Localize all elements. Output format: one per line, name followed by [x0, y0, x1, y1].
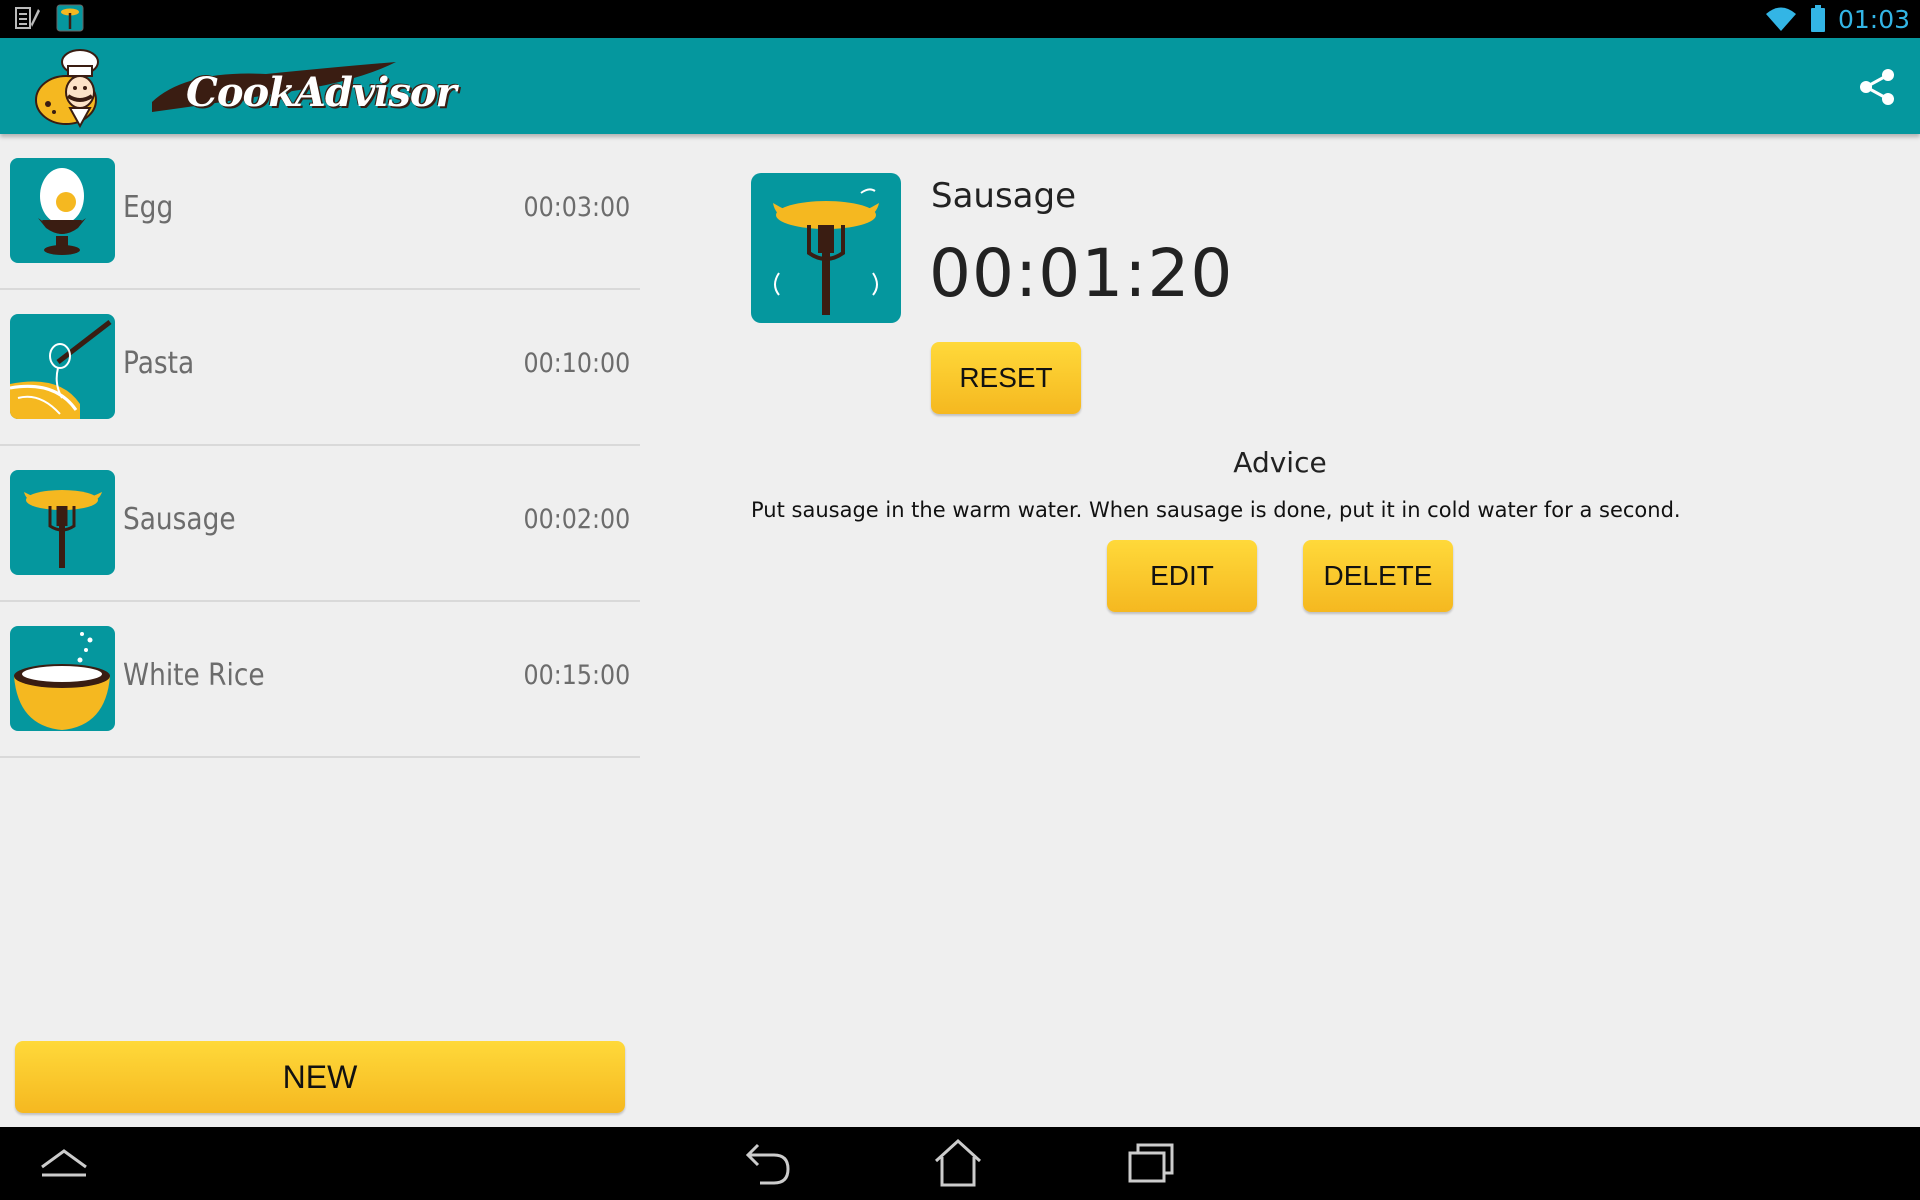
advice-heading: Advice — [1233, 446, 1327, 479]
recipe-item-white-rice[interactable]: White Rice 00:15:00 — [0, 602, 640, 758]
rice-icon — [10, 626, 115, 731]
recipe-item-pasta[interactable]: Pasta 00:10:00 — [0, 290, 640, 446]
recipe-list: Egg 00:03:00 Pasta 00:10:00 Sausage 00:0… — [0, 134, 640, 1126]
egg-icon — [10, 158, 115, 263]
recipe-item-sausage[interactable]: Sausage 00:02:00 — [0, 446, 640, 602]
recipe-time: 00:03:00 — [523, 192, 630, 223]
home-icon[interactable] — [930, 1137, 986, 1189]
sausage-icon — [751, 173, 901, 323]
navigation-bar — [0, 1127, 1920, 1200]
battery-icon — [1810, 5, 1825, 32]
recent-apps-icon[interactable] — [1124, 1137, 1180, 1189]
recipe-time: 00:02:00 — [523, 504, 630, 535]
chef-logo-icon — [35, 49, 99, 128]
status-bar: 01:03 — [0, 0, 1920, 38]
recipe-name: Pasta — [123, 346, 195, 381]
recipe-name: Egg — [123, 190, 174, 225]
reset-button[interactable]: RESET — [931, 342, 1081, 414]
share-icon[interactable] — [1858, 68, 1896, 106]
up-icon[interactable] — [36, 1137, 92, 1189]
app-logo-text: CookAdvisor — [186, 69, 457, 116]
app-bar: CookAdvisor — [0, 38, 1920, 134]
wifi-icon — [1765, 7, 1796, 31]
notification-clipboard-icon — [15, 7, 40, 29]
edit-button[interactable]: EDIT — [1107, 540, 1257, 612]
pasta-icon — [10, 314, 115, 419]
back-icon[interactable] — [740, 1137, 796, 1189]
recipe-time: 00:15:00 — [523, 660, 630, 691]
recipe-name: Sausage — [123, 502, 236, 537]
delete-button[interactable]: DELETE — [1303, 540, 1453, 612]
recipe-item-egg[interactable]: Egg 00:03:00 — [0, 134, 640, 290]
countdown-timer: 00:01:20 — [929, 235, 1234, 312]
detail-title: Sausage — [931, 176, 1077, 216]
recipe-time: 00:10:00 — [523, 348, 630, 379]
sausage-icon — [10, 470, 115, 575]
status-time: 01:03 — [1837, 4, 1910, 34]
notification-app-icon — [56, 4, 84, 32]
recipe-name: White Rice — [123, 658, 265, 693]
new-recipe-button[interactable]: NEW — [15, 1041, 625, 1113]
advice-text: Put sausage in the warm water. When saus… — [751, 498, 1681, 522]
